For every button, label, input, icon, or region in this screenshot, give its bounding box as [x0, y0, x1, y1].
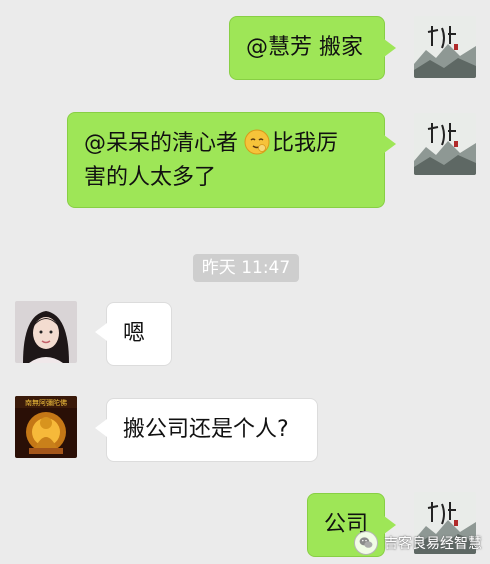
svg-text:南無阿彌陀佛: 南無阿彌陀佛: [25, 398, 67, 407]
message-text: 嗯: [123, 321, 146, 346]
message-text: @呆呆的清心者: [84, 131, 239, 156]
watermark-text: 吉客良易经智慧: [384, 536, 482, 552]
message-text-line2: 害的人太多了: [84, 165, 217, 190]
message-bubble-contact[interactable]: 嗯: [95, 302, 172, 366]
self-avatar[interactable]: [414, 113, 476, 175]
contact-avatar[interactable]: 南無阿彌陀佛: [15, 396, 77, 458]
message-bubble-self[interactable]: @呆呆的清心者 比我厉 害的人太多了: [67, 112, 396, 208]
buddha-avatar-icon: 南無阿彌陀佛: [15, 396, 77, 458]
message-text: 比我厉: [272, 131, 339, 156]
self-avatar[interactable]: [414, 16, 476, 78]
ink-landscape-calligraphy-avatar-icon: [414, 113, 476, 175]
contact-avatar[interactable]: [15, 301, 77, 363]
message-bubble-self[interactable]: @慧芳 搬家: [229, 16, 396, 80]
message-bubble-contact[interactable]: 搬公司还是个人?: [95, 398, 318, 462]
message-timestamp: 昨天 11:47: [193, 254, 299, 282]
message-text: 搬公司还是个人?: [123, 417, 289, 442]
chat-conversation: @慧芳 搬家 @呆呆的清心者 比我厉 害的人太多了 昨天 11:47 嗯 南無阿…: [0, 0, 490, 564]
embarrassed-emoji-icon: [244, 129, 270, 155]
message-text: @慧芳 搬家: [246, 35, 363, 60]
watermark: 吉客良易经智慧: [354, 530, 482, 556]
wechat-logo-icon: [354, 531, 378, 555]
ink-landscape-calligraphy-avatar-icon: [414, 16, 476, 78]
woman-portrait-avatar-icon: [15, 301, 77, 363]
